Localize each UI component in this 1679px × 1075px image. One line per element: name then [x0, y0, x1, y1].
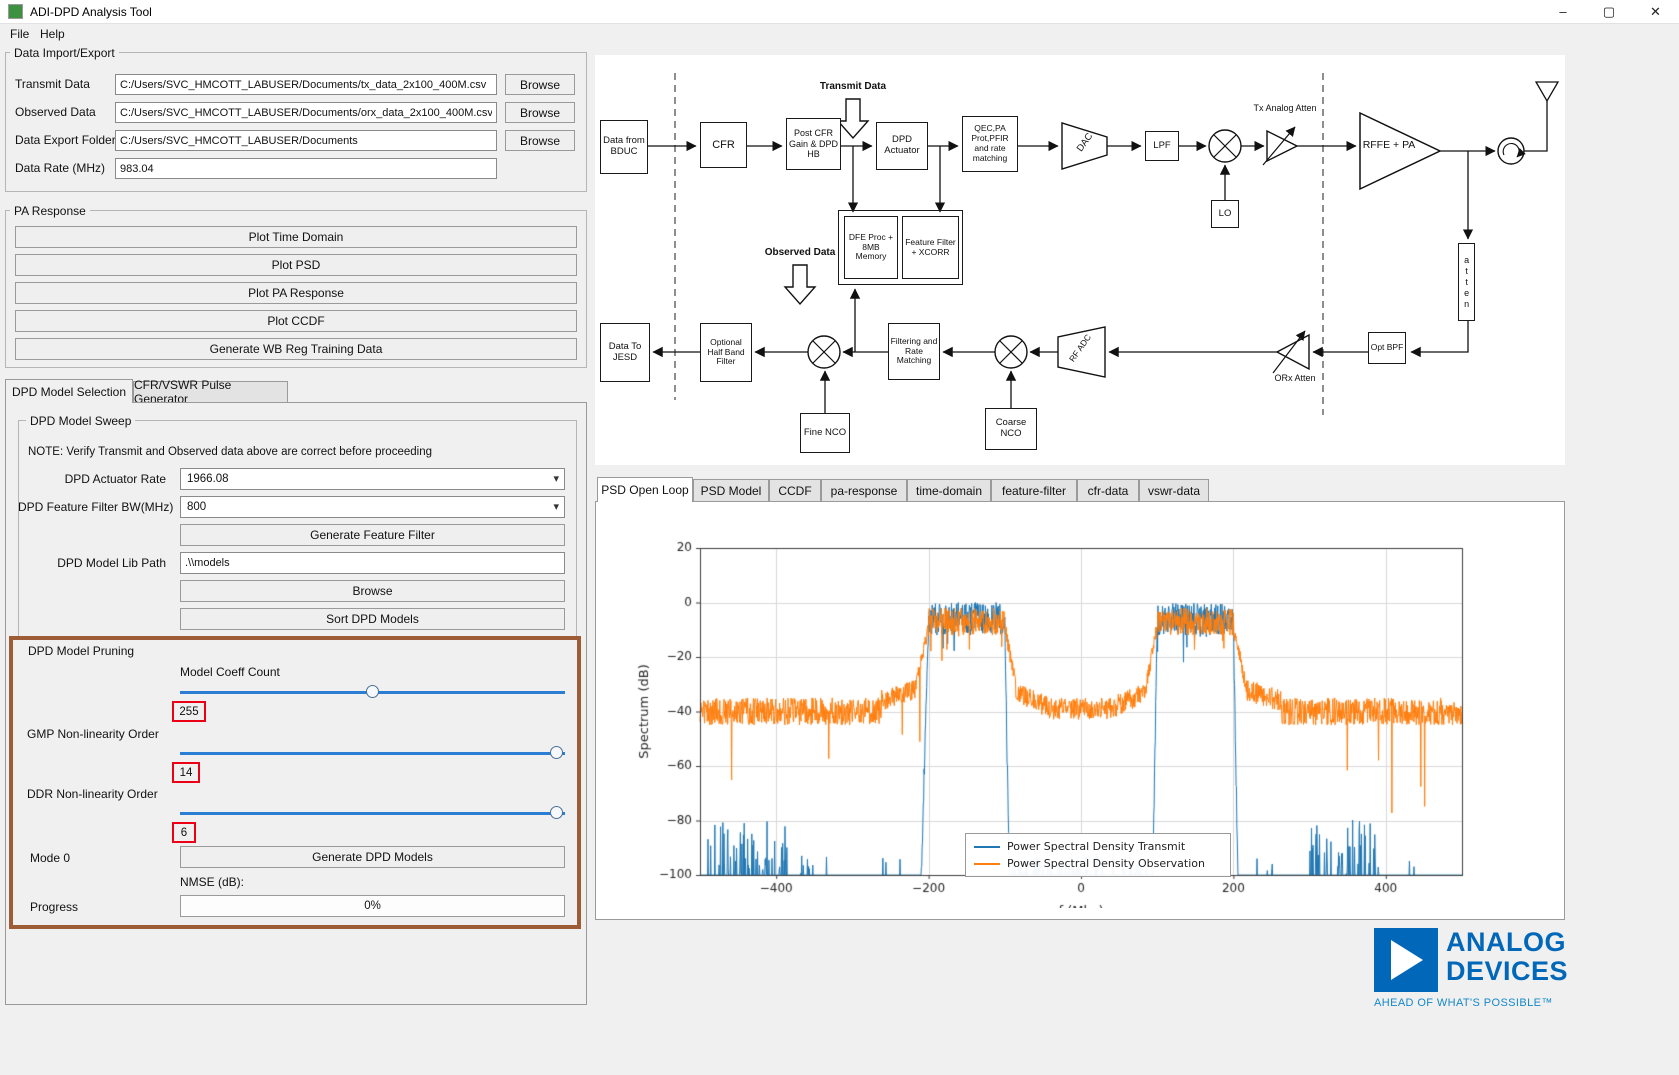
block-dfe-proc: DFE Proc + 8MB Memory	[844, 216, 898, 279]
maximize-button[interactable]: ▢	[1586, 0, 1632, 23]
chevron-down-icon[interactable]: ▾	[553, 472, 559, 485]
block-opt-bpf: Opt BPF	[1368, 332, 1406, 364]
block-fine-nco: Fine NCO	[800, 413, 850, 453]
tab-cfr-vswr-pulse-generator[interactable]: CFR/VSWR Pulse Generator	[133, 381, 288, 403]
block-dpd-actuator: DPD Actuator	[876, 122, 928, 170]
brand-tagline: AHEAD OF WHAT'S POSSIBLE™	[1374, 997, 1553, 1009]
tab-feature-filter[interactable]: feature-filter	[991, 479, 1077, 502]
analog-devices-logo-icon	[1374, 928, 1438, 992]
transmit-data-input[interactable]	[115, 74, 497, 95]
plot-time-domain-button[interactable]: Plot Time Domain	[15, 226, 577, 248]
observed-data-browse-button[interactable]: Browse	[505, 102, 575, 123]
lib-path-browse-button[interactable]: Browse	[180, 580, 565, 602]
tab-time-domain[interactable]: time-domain	[907, 479, 991, 502]
legend-line-transmit	[974, 846, 1000, 848]
block-post-cfr: Post CFR Gain & DPD HB	[786, 118, 841, 170]
menu-bar: File Help	[0, 24, 1679, 45]
tab-vswr-data[interactable]: vswr-data	[1139, 479, 1209, 502]
diagram-lines	[595, 55, 1565, 465]
menu-help[interactable]: Help	[36, 27, 69, 41]
block-data-to-jesd: Data To JESD	[600, 323, 650, 382]
block-qec: QEC,PA Prot,PFIR and rate matching	[962, 116, 1018, 172]
sort-dpd-models-button[interactable]: Sort DPD Models	[180, 608, 565, 630]
dpd-model-pruning-title: DPD Model Pruning	[24, 644, 138, 658]
dpd-model-sweep-title: DPD Model Sweep	[26, 414, 135, 428]
minimize-button[interactable]: –	[1540, 0, 1586, 23]
block-optional-half-band-filter: Optional Half Band Filter	[700, 323, 752, 382]
pa-response-title: PA Response	[10, 204, 90, 218]
transmit-data-annotation: Transmit Data	[805, 81, 901, 92]
generate-feature-filter-button[interactable]: Generate Feature Filter	[180, 524, 565, 546]
data-rate-input[interactable]	[115, 158, 497, 179]
legend-item-transmit: Power Spectral Density Transmit	[974, 838, 1222, 855]
block-feature-filter: Feature Filter + XCORR	[902, 216, 959, 279]
data-export-folder-browse-button[interactable]: Browse	[505, 130, 575, 151]
pruning-highlight-annotation	[9, 636, 581, 929]
dpd-feature-filter-bw-combobox[interactable]: 800 ▾	[180, 496, 565, 518]
generate-wb-reg-button[interactable]: Generate WB Reg Training Data	[15, 338, 577, 360]
block-cfr: CFR	[700, 122, 747, 168]
legend-item-observation: Power Spectral Density Observation	[974, 855, 1222, 872]
tab-psd-model[interactable]: PSD Model	[693, 479, 769, 502]
window-title: ADI-DPD Analysis Tool	[30, 5, 152, 19]
tab-pa-response[interactable]: pa-response	[821, 479, 907, 502]
plot-pa-response-button[interactable]: Plot PA Response	[15, 282, 577, 304]
dpd-actuator-rate-label: DPD Actuator Rate	[18, 472, 166, 486]
block-atten: atten	[1458, 243, 1475, 321]
dpd-actuator-rate-value: 1966.08	[187, 473, 229, 485]
tx-analog-atten-label: Tx Analog Atten	[1243, 103, 1327, 113]
brand-name-line1: ANALOG	[1446, 929, 1566, 956]
observed-data-label: Observed Data	[15, 105, 96, 119]
dpd-feature-filter-bw-label: DPD Feature Filter BW(MHz)	[18, 500, 166, 514]
data-import-export-title: Data Import/Export	[10, 46, 119, 60]
plot-ccdf-button[interactable]: Plot CCDF	[15, 310, 577, 332]
dpd-block-diagram: Data from BDUC CFR Post CFR Gain & DPD H…	[595, 55, 1565, 465]
legend-label-transmit: Power Spectral Density Transmit	[1007, 840, 1185, 853]
brand-name-line2: DEVICES	[1446, 958, 1568, 985]
tab-psd-open-loop[interactable]: PSD Open Loop	[597, 477, 693, 502]
legend-line-observation	[974, 863, 1000, 865]
app-icon	[8, 4, 23, 19]
dpd-model-lib-path-input[interactable]	[180, 552, 565, 574]
tab-ccdf[interactable]: CCDF	[769, 479, 821, 502]
chevron-down-icon[interactable]: ▾	[553, 500, 559, 513]
plot-psd-button[interactable]: Plot PSD	[15, 254, 577, 276]
title-bar: ADI-DPD Analysis Tool – ▢ ✕	[0, 0, 1679, 24]
data-export-folder-input[interactable]	[115, 130, 497, 151]
dpd-actuator-rate-combobox[interactable]: 1966.08 ▾	[180, 468, 565, 490]
dpd-feature-filter-bw-value: 800	[187, 501, 206, 513]
block-lo: LO	[1211, 200, 1239, 228]
close-button[interactable]: ✕	[1632, 0, 1679, 23]
observed-data-input[interactable]	[115, 102, 497, 123]
block-coarse-nco: Coarse NCO	[985, 408, 1037, 450]
menu-file[interactable]: File	[6, 27, 33, 41]
tab-dpd-model-selection[interactable]: DPD Model Selection	[5, 379, 133, 403]
rffe-pa-label: RFFE + PA	[1362, 139, 1416, 151]
block-data-from-bduc: Data from BDUC	[600, 120, 648, 174]
chart-legend: Power Spectral Density Transmit Power Sp…	[965, 833, 1231, 877]
adi-triangle-icon	[1391, 940, 1423, 980]
tab-cfr-data[interactable]: cfr-data	[1077, 479, 1139, 502]
transmit-data-browse-button[interactable]: Browse	[505, 74, 575, 95]
block-lpf: LPF	[1145, 131, 1179, 161]
orx-atten-label: ORx Atten	[1261, 373, 1329, 383]
app-window: ADI-DPD Analysis Tool – ▢ ✕ File Help Da…	[0, 0, 1679, 1075]
transmit-data-label: Transmit Data	[15, 77, 90, 91]
observed-data-annotation: Observed Data	[753, 247, 847, 258]
block-filtering-rate-matching: Filtering and Rate Matching	[888, 323, 940, 380]
legend-label-observation: Power Spectral Density Observation	[1007, 857, 1205, 870]
dpd-model-lib-path-label: DPD Model Lib Path	[18, 556, 166, 570]
sweep-note: NOTE: Verify Transmit and Observed data …	[28, 446, 432, 458]
data-rate-label: Data Rate (MHz)	[15, 161, 105, 175]
data-export-folder-label: Data Export Folder	[15, 133, 116, 147]
